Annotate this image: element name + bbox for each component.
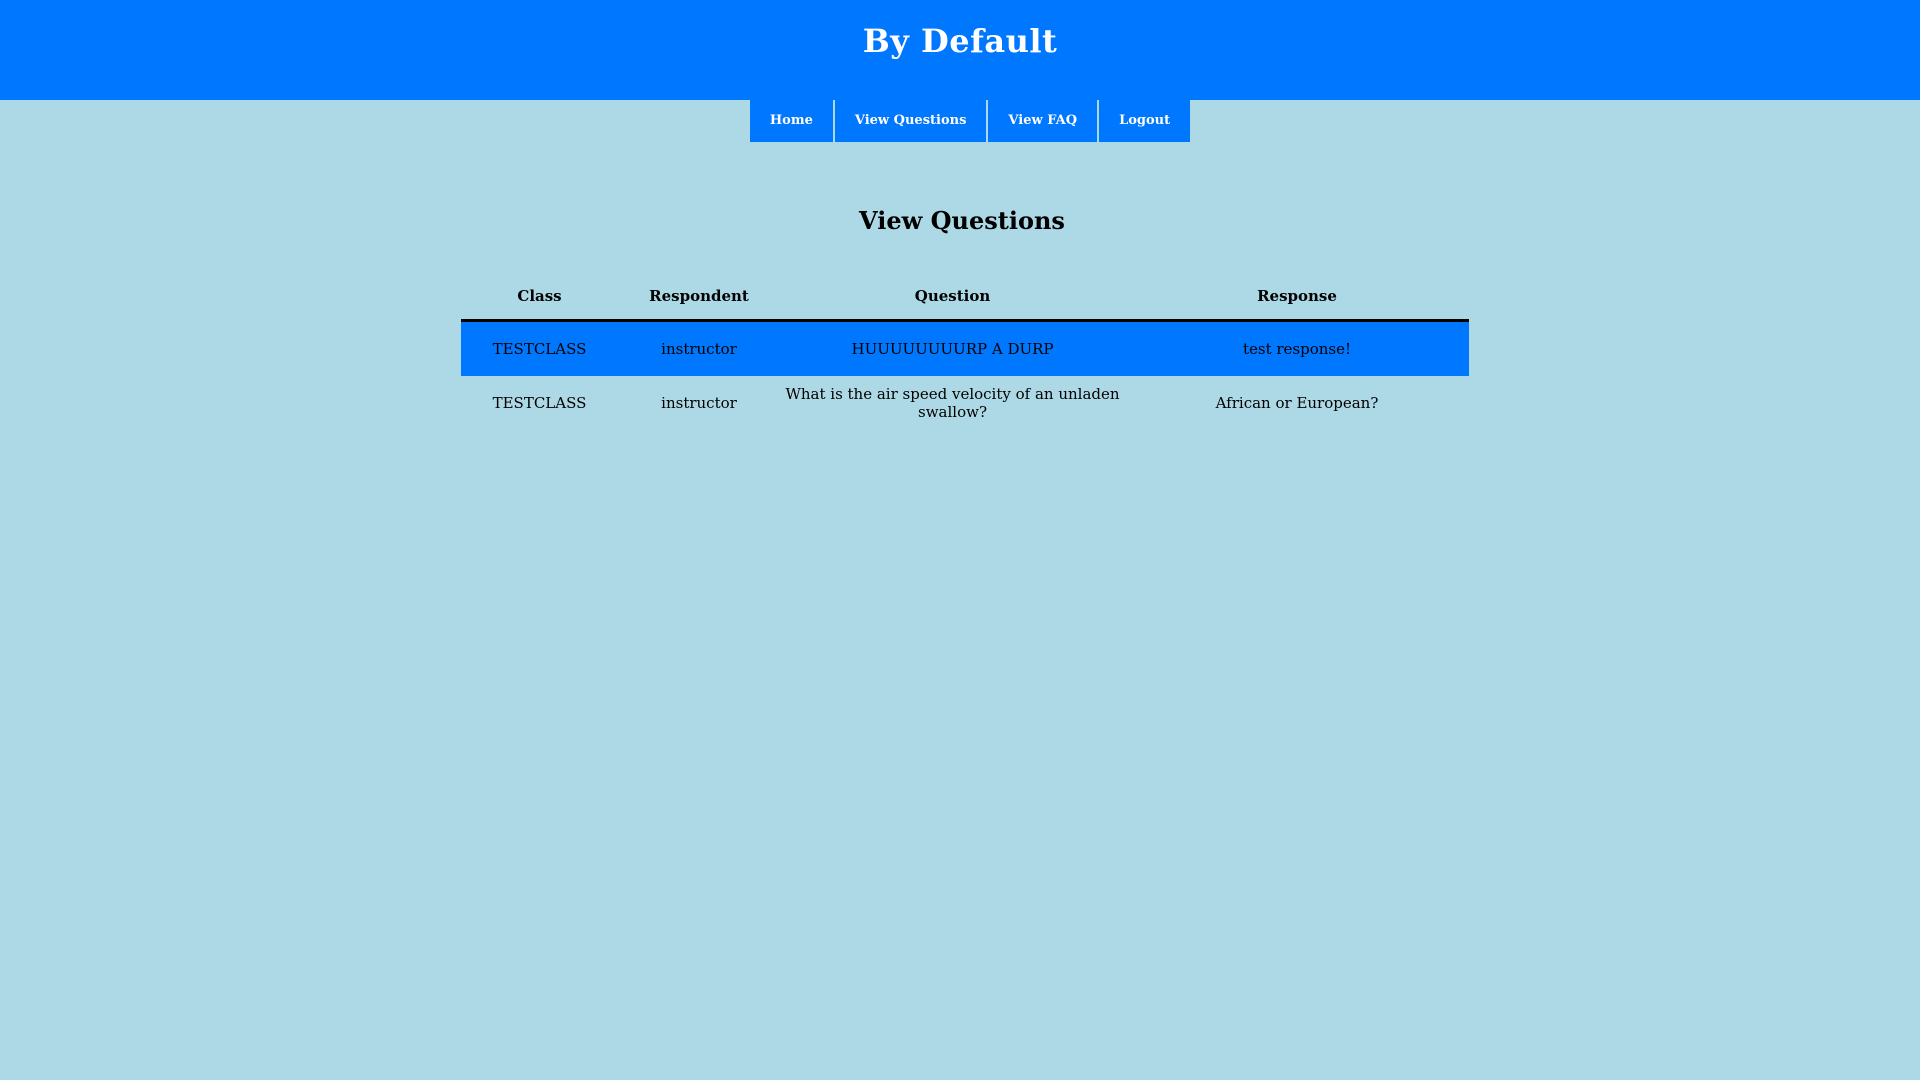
page-title: View Questions (859, 206, 1065, 235)
column-header-class: Class (461, 273, 618, 322)
column-header-question: Question (780, 273, 1125, 322)
site-header: By Default (0, 0, 1920, 100)
questions-table: Class Respondent Question Response TESTC… (461, 273, 1469, 430)
table-row[interactable]: TESTCLASS instructor HUUUUUUUURP A DURP … (461, 320, 1469, 376)
cell-response: test response! (1125, 320, 1469, 376)
cell-respondent: instructor (661, 394, 737, 412)
cell-response: African or European? (1215, 394, 1379, 412)
cell-respondent: instructor (618, 320, 780, 376)
nav-logout-link[interactable]: Logout (1099, 100, 1191, 142)
questions-table-container: Class Respondent Question Response TESTC… (461, 273, 1469, 430)
table-header-row: Class Respondent Question Response (461, 273, 1469, 322)
column-header-response: Response (1125, 273, 1469, 322)
nav-view-faq-link[interactable]: View FAQ (988, 100, 1098, 142)
cell-class: TESTCLASS (492, 394, 587, 412)
cell-class: TESTCLASS (461, 320, 618, 376)
table-row[interactable]: TESTCLASS instructor What is the air spe… (461, 376, 1469, 430)
cell-question: HUUUUUUUURP A DURP (780, 320, 1125, 376)
site-title: By Default (862, 22, 1058, 60)
main-nav: Home View Questions View FAQ Logout (10, 100, 1920, 142)
nav-home-link[interactable]: Home (749, 100, 833, 142)
cell-question: What is the air speed velocity of an unl… (785, 385, 1120, 421)
column-header-respondent: Respondent (618, 273, 780, 322)
nav-view-questions-link[interactable]: View Questions (834, 100, 987, 142)
